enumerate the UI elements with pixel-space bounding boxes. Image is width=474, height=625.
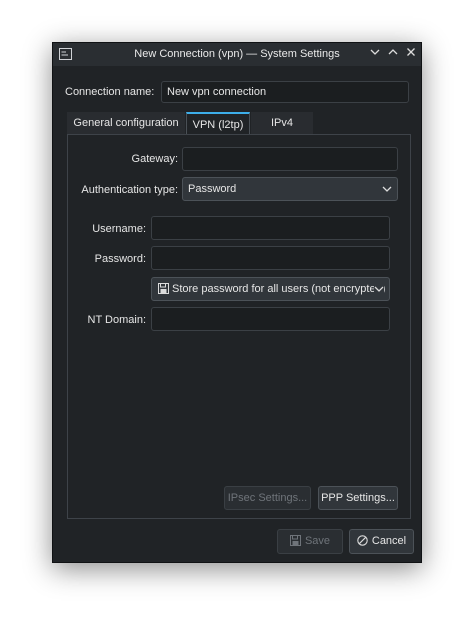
cancel-button[interactable]: Cancel: [349, 529, 414, 554]
close-icon: [407, 48, 415, 56]
gateway-input[interactable]: [182, 147, 398, 171]
username-label: Username:: [92, 223, 146, 235]
cancel-icon: [357, 535, 368, 546]
ipsec-settings-button[interactable]: IPsec Settings...: [224, 486, 311, 510]
window-title: New Connection (vpn) — System Settings: [134, 48, 340, 60]
cancel-button-label: Cancel: [371, 535, 407, 547]
minimize-button[interactable]: [367, 46, 383, 62]
authentication-type-select[interactable]: Password: [182, 177, 398, 201]
password-storage-select[interactable]: Store password for all users (not encryp…: [151, 277, 390, 301]
vpn-settings-panel: Gateway: Authentication type: Password U…: [67, 134, 411, 519]
chevron-down-icon: [374, 278, 384, 300]
username-input[interactable]: [151, 216, 390, 240]
chevron-up-icon: [388, 49, 398, 55]
dialog-window: New Connection (vpn) — System Settings C…: [52, 42, 422, 563]
password-input[interactable]: [151, 246, 390, 270]
authentication-type-label: Authentication type:: [81, 184, 178, 196]
title-bar[interactable]: New Connection (vpn) — System Settings: [53, 43, 421, 66]
chevron-down-icon: [382, 186, 392, 192]
connection-name-input[interactable]: New vpn connection: [161, 81, 409, 103]
tab-vpn-l2tp[interactable]: VPN (l2tp): [186, 112, 250, 134]
ppp-settings-button[interactable]: PPP Settings...: [318, 486, 398, 510]
nt-domain-input[interactable]: [151, 307, 390, 331]
maximize-button[interactable]: [385, 46, 401, 62]
save-button-label: Save: [304, 535, 331, 547]
connection-name-label: Connection name:: [65, 86, 155, 98]
tab-ipv4[interactable]: IPv4: [251, 112, 313, 134]
save-disk-icon: [289, 535, 301, 546]
authentication-type-value: Password: [188, 183, 237, 195]
save-disk-icon: [158, 283, 169, 294]
gateway-label: Gateway:: [131, 153, 178, 165]
password-storage-value: Store password for all users (not encryp…: [172, 283, 386, 295]
chevron-down-icon: [370, 49, 380, 55]
save-button[interactable]: Save: [277, 529, 343, 554]
close-button[interactable]: [403, 46, 419, 62]
password-label: Password:: [94, 253, 146, 265]
nt-domain-label: NT Domain:: [87, 314, 146, 326]
tab-general-configuration[interactable]: General configuration: [67, 112, 185, 134]
